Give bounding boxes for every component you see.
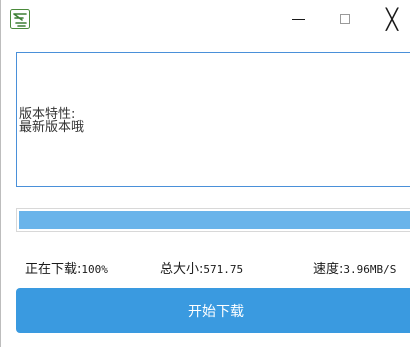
total-size-value: 571.75 xyxy=(203,263,244,276)
speed-status: 速度:3.96MB/S xyxy=(313,258,396,277)
minimize-icon xyxy=(291,18,305,20)
title-bar: ╳ xyxy=(1,0,410,38)
total-size-label: 总大小: xyxy=(160,262,204,277)
download-status-value: 100% xyxy=(81,263,108,276)
release-notes-line: 最新版本哦 xyxy=(19,120,85,135)
start-download-button[interactable]: 开始下载 xyxy=(16,288,410,333)
download-progress-fill xyxy=(19,211,410,229)
release-notes-text: 版本特性: 最新版本哦 xyxy=(19,108,84,134)
close-icon: ╳ xyxy=(385,7,399,31)
minimize-button[interactable] xyxy=(275,0,321,38)
release-notes-textarea[interactable]: 版本特性: 最新版本哦 xyxy=(16,52,410,187)
total-size-status: 总大小:571.75 xyxy=(160,258,243,277)
speed-label: 速度: xyxy=(313,262,344,277)
maximize-button[interactable] xyxy=(322,0,368,38)
speed-value: 3.96MB/S xyxy=(343,263,397,276)
close-button[interactable]: ╳ xyxy=(369,0,410,38)
download-status: 正在下载:100% xyxy=(25,258,108,277)
maximize-icon xyxy=(340,14,350,24)
app-window: ╳ 版本特性: 最新版本哦 正在下载:100% 总大小:571.75 速度:3.… xyxy=(0,0,410,347)
download-progress-bar xyxy=(16,208,410,232)
app-logo-icon xyxy=(10,9,30,29)
download-status-label: 正在下载: xyxy=(25,262,82,277)
